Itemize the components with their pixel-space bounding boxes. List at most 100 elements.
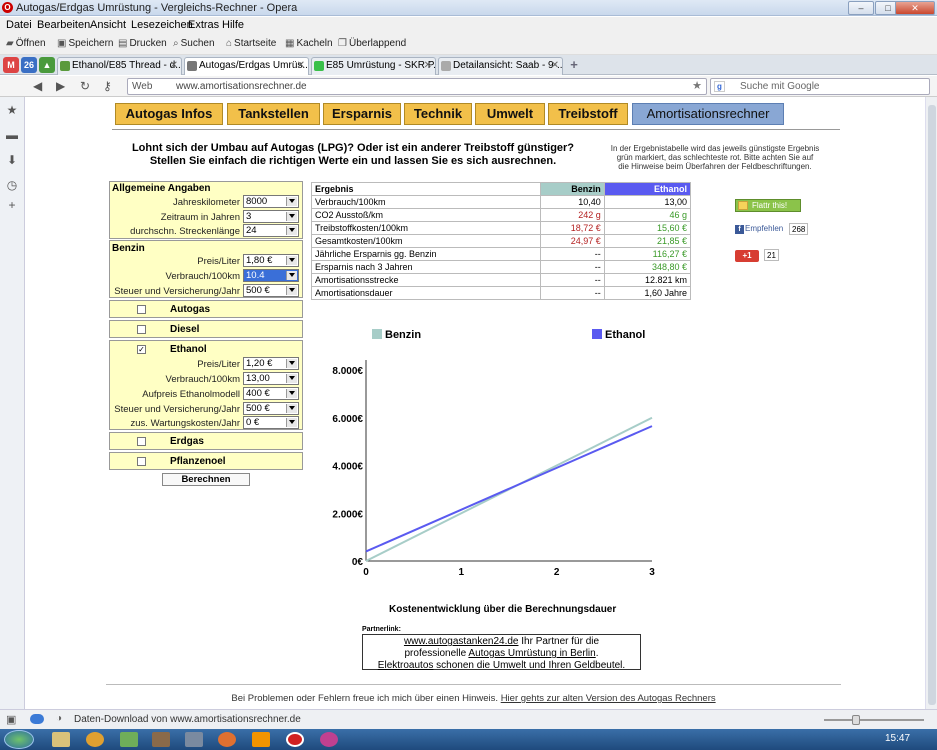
reload-icon[interactable]: ↻ [80,79,90,93]
tab-e85[interactable]: E85 Umrüstung - SKR P... ✕ [311,57,436,75]
minimize-button[interactable]: – [848,1,874,15]
forward-icon[interactable]: ▶ [56,79,65,93]
tab-autogas[interactable]: Autogas/Erdgas Umrüs... ✕ [184,57,309,75]
app-icon[interactable] [86,732,104,747]
downloads-icon[interactable]: ⬇ [5,153,19,167]
key-icon[interactable]: ⚷ [103,79,112,93]
select-value: 500 € [246,285,270,296]
home-button[interactable]: ⌂ Startseite [226,38,276,49]
zeitraum-select[interactable]: 3 [243,210,299,223]
ethanol-label: Ethanol [170,344,207,355]
web-label: Web [132,81,153,92]
firefox-icon[interactable] [218,732,236,747]
search-button[interactable]: ⌕ Suchen [173,38,215,49]
chevron-down-icon [289,361,295,365]
panel-toggle-icon[interactable]: ▣ [6,713,16,726]
tab-ethanol-thread[interactable]: Ethanol/E85 Thread - d... ✕ [57,57,182,75]
bookmarks-icon[interactable]: ★ [5,103,19,117]
benzin-preis-select[interactable]: 1,80 € [243,254,299,267]
ethanol-checkbox[interactable]: ✓ [137,345,146,354]
gmail-pinned-icon[interactable]: M [3,57,19,73]
search-label: Suchen [180,38,215,49]
tile-button[interactable]: ▦ Kacheln [285,38,333,49]
add-panel-icon[interactable]: + [5,198,19,212]
erdgas-checkbox[interactable] [137,437,146,446]
footer-old-version-link[interactable]: Hier gehts zur alten Version des Autogas… [501,693,716,704]
vlc-icon[interactable] [252,732,270,747]
scrollbar-thumb[interactable] [928,105,936,705]
nav-treibstoff[interactable]: Treibstoff [548,103,628,125]
print-button[interactable]: ▤ Drucken [118,38,167,49]
menu-datei[interactable]: Datei [6,19,32,31]
benzin-steuer-select[interactable]: 500 € [243,284,299,297]
tab-close-icon[interactable]: ✕ [551,58,559,74]
app2-icon[interactable] [320,732,338,747]
menu-hilfe[interactable]: Hilfe [222,19,244,31]
partner-link-elektroautos[interactable]: Elektroautos [378,660,434,671]
menu-lesezeichen[interactable]: Lesezeichen [131,19,193,31]
benzin-verbrauch-select[interactable]: 10.4 [243,269,299,282]
partner-link-umruestung[interactable]: Autogas Umrüstung in Berlin [468,648,595,659]
zoom-slider-handle[interactable] [852,715,860,725]
gplus-button[interactable]: +1 [735,250,759,262]
paint-icon[interactable] [120,732,138,747]
cascade-button[interactable]: ❐ Überlappend [338,38,406,49]
google-icon[interactable]: g [714,81,725,92]
opera-taskbar-icon[interactable] [286,732,304,747]
x-tick-label: 1 [459,567,465,578]
nav-ersparnis[interactable]: Ersparnis [323,103,401,125]
select-value: 1,20 € [246,358,273,369]
menu-ansicht[interactable]: Ansicht [90,19,126,31]
facebook-icon: f [735,225,744,234]
flattr-button[interactable]: Flattr this! [735,199,801,212]
calendar-pinned-icon[interactable]: 26 [21,57,37,73]
start-button[interactable] [4,730,34,749]
field-label: Preis/Liter [197,359,240,370]
tab-close-icon[interactable]: ✕ [424,58,432,74]
nav-umwelt[interactable]: Umwelt [475,103,545,125]
turbo-icon[interactable]: ◑ [56,713,62,724]
notes-icon[interactable]: ▬ [5,128,19,142]
field-label: Aufpreis Ethanolmodell [142,389,240,400]
streckenlaenge-select[interactable]: 24 [243,224,299,237]
nav-autogas-infos[interactable]: Autogas Infos [115,103,223,125]
drive-pinned-icon[interactable]: ▲ [39,57,55,73]
save-button[interactable]: ▣ Speichern [57,38,113,49]
tab-close-icon[interactable]: ✕ [170,58,178,74]
cloud-icon[interactable] [30,714,44,724]
book-icon[interactable] [152,732,170,747]
ethanol-verbrauch-select[interactable]: 13,00 [243,372,299,385]
calculate-button[interactable]: Berechnen [162,473,250,486]
explorer-icon[interactable] [52,732,70,747]
star-icon[interactable]: ★ [692,79,702,94]
jahreskilometer-select[interactable]: 8000 [243,195,299,208]
tool-icon[interactable] [185,732,203,747]
nav-amortisationsrechner[interactable]: Amortisationsrechner [632,103,784,125]
menu-extras[interactable]: Extras [188,19,219,31]
nav-tankstellen[interactable]: Tankstellen [227,103,320,125]
new-tab-icon[interactable]: + [566,57,582,73]
ethanol-wartung-select[interactable]: 0 € [243,416,299,429]
diesel-checkbox[interactable] [137,325,146,334]
tab-close-icon[interactable]: ✕ [297,58,305,74]
close-button[interactable]: ✕ [895,1,935,15]
back-icon[interactable]: ◀ [33,79,42,93]
vertical-scrollbar[interactable] [925,97,937,709]
ethanol-steuer-select[interactable]: 500 € [243,402,299,415]
menu-bearbeiten[interactable]: Bearbeiten [37,19,90,31]
pflanzenoel-checkbox[interactable] [137,457,146,466]
tab-detail[interactable]: Detailansicht: Saab - 9-... ✕ [438,57,563,75]
partner-link-autogastanken[interactable]: www.autogastanken24.de [404,636,519,647]
autogas-checkbox[interactable] [137,305,146,314]
open-button[interactable]: ▰ Öffnen [6,38,46,49]
x-tick-label: 2 [554,567,560,578]
zoom-slider[interactable] [824,715,924,725]
ethanol-preis-select[interactable]: 1,20 € [243,357,299,370]
facebook-like-button[interactable]: f Empfehlen [735,224,783,234]
history-icon[interactable]: ◷ [5,178,19,192]
chevron-down-icon [289,391,295,395]
search-input[interactable]: g Suche mit Google [710,78,930,95]
nav-technik[interactable]: Technik [404,103,472,125]
url-field[interactable]: Web www.amortisationsrechner.de ★ [127,78,707,95]
ethanol-aufpreis-select[interactable]: 400 € [243,387,299,400]
